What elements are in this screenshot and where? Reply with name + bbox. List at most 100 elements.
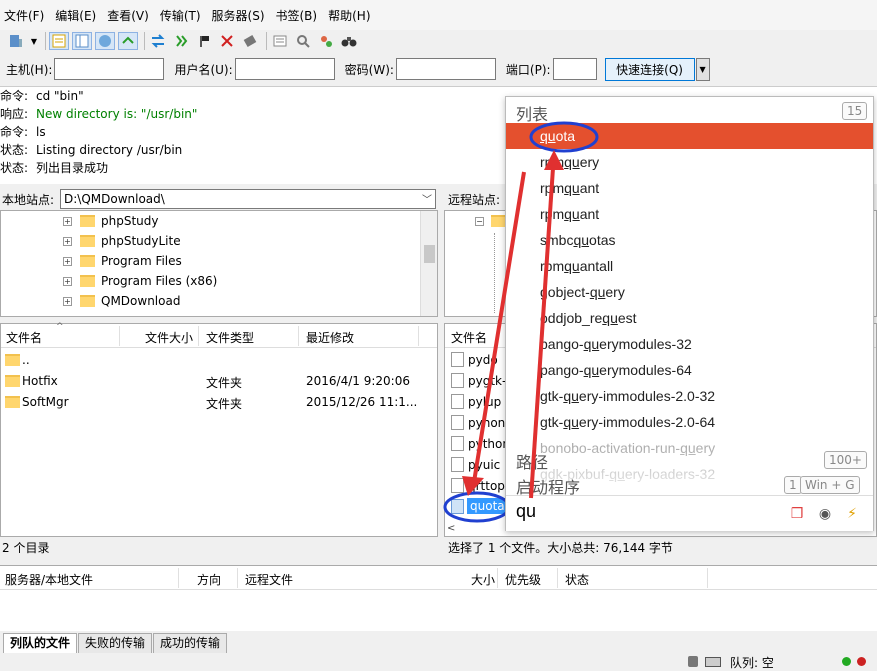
file-icon — [451, 373, 464, 388]
lightning-icon[interactable]: ⚡ — [843, 506, 861, 522]
menu-item[interactable]: 编辑(E) — [51, 7, 100, 24]
file-name: .. — [22, 353, 30, 367]
item-match: qu — [564, 180, 580, 196]
folder-icon — [491, 215, 506, 227]
launcher-item[interactable]: rpmquant — [506, 175, 873, 201]
quickconnect-button[interactable]: 快速连接(Q) — [604, 57, 695, 81]
queue-column-file[interactable]: 服务器/本地文件 — [5, 571, 93, 588]
item-suffix: ery-immodules-2.0-64 — [578, 414, 716, 430]
tree-item[interactable]: + Program Files — [63, 251, 182, 271]
tree-item[interactable]: + phpStudyLite — [63, 231, 181, 251]
launcher-item[interactable]: gtk-query-immodules-2.0-64 — [506, 409, 873, 435]
item-prefix: pango- — [540, 336, 584, 352]
launcher-item[interactable]: rpmquant — [506, 201, 873, 227]
expand-icon[interactable]: + — [63, 296, 72, 306]
toggle-remote-tree-icon[interactable] — [95, 32, 115, 50]
item-prefix: gtk- — [540, 388, 564, 404]
host-input[interactable] — [54, 58, 165, 80]
quickconnect-dropdown-icon[interactable]: ▼ — [695, 57, 710, 81]
chevron-down-icon[interactable]: ﹀ — [422, 192, 432, 210]
process-queue-icon[interactable] — [171, 32, 191, 50]
sync-browse-icon[interactable] — [316, 32, 336, 50]
scroll-left-icon[interactable]: < — [447, 523, 455, 534]
menu-item[interactable]: 传输(T) — [156, 7, 205, 24]
directory-listing-filter-icon[interactable] — [270, 32, 290, 50]
menu-item[interactable]: 查看(V) — [103, 7, 153, 24]
item-prefix: oddjob_re — [540, 310, 603, 326]
log-text: New directory is: "/usr/bin" — [36, 107, 198, 121]
column-modified[interactable]: 最近修改 — [306, 329, 354, 346]
user-input[interactable] — [234, 58, 335, 80]
settings-icon[interactable]: ◉ — [816, 506, 834, 522]
item-prefix: rpm — [540, 180, 565, 196]
disconnect-icon[interactable] — [217, 32, 237, 50]
file-modified: 2015/12/26 11:1... — [306, 395, 418, 409]
site-manager-dropdown-icon[interactable]: ▼ — [29, 32, 39, 50]
launcher-item[interactable]: pango-querymodules-32 — [506, 331, 873, 357]
launcher-item[interactable]: gobject-query — [506, 279, 873, 305]
site-manager-icon[interactable] — [6, 32, 26, 50]
launcher-query-input[interactable]: qu — [516, 501, 536, 522]
tree-item-label: Program Files (x86) — [101, 274, 218, 288]
menu-item[interactable]: 服务器(S) — [208, 7, 269, 24]
annotation-ellipse-remote — [443, 491, 511, 523]
password-input[interactable] — [395, 58, 496, 80]
launcher-item[interactable]: smbcquotas — [506, 227, 873, 253]
item-prefix: pango- — [540, 362, 584, 378]
table-row[interactable]: .. — [1, 349, 437, 370]
expand-icon[interactable]: + — [63, 216, 72, 226]
toggle-log-icon[interactable] — [49, 32, 69, 50]
user-label: 用户名(U): — [174, 62, 233, 77]
item-suffix: ery — [605, 284, 625, 300]
compare-icon[interactable] — [293, 32, 313, 50]
launcher-item[interactable]: rpmquantall — [506, 253, 873, 279]
column-type[interactable]: 文件类型 — [206, 329, 254, 346]
port-input[interactable] — [552, 58, 597, 80]
expand-icon[interactable]: + — [63, 256, 72, 266]
menu-item[interactable]: 文件(F) — [0, 7, 48, 24]
item-prefix: smbc — [540, 232, 574, 248]
launcher-input-row[interactable]: qu ❒ ◉ ⚡ — [506, 495, 873, 531]
column-name[interactable]: 文件名 — [6, 329, 42, 346]
column-name[interactable]: 文件名 — [451, 329, 487, 346]
tree-item[interactable]: + QMDownload — [63, 291, 180, 311]
queue-column-priority[interactable]: 优先级 — [505, 571, 541, 588]
item-match: qu — [589, 284, 606, 300]
queue-column-remote[interactable]: 远程文件 — [245, 571, 293, 588]
toggle-local-tree-icon[interactable] — [72, 32, 92, 50]
launcher-item[interactable]: gtk-query-immodules-2.0-32 — [506, 383, 873, 409]
queue-tab[interactable]: 失败的传输 — [78, 633, 153, 653]
menu-item[interactable]: 帮助(H) — [324, 7, 374, 24]
scrollbar-thumb[interactable] — [424, 245, 435, 263]
toggle-queue-icon[interactable] — [118, 32, 138, 50]
queue-tab[interactable]: 成功的传输 — [153, 633, 228, 653]
menu-item[interactable]: 书签(B) — [272, 7, 322, 24]
column-size[interactable]: 文件大小 — [145, 329, 193, 346]
table-row[interactable]: Hotfix 文件夹 2016/4/1 9:20:06 — [1, 370, 437, 391]
bookmarks-icon[interactable]: ❒ — [788, 506, 806, 522]
queue-column-size[interactable]: 大小 — [471, 571, 495, 588]
local-path-combo[interactable]: D:\QMDownload\ ﹀ — [60, 189, 436, 209]
table-row[interactable]: SoftMgr 文件夹 2015/12/26 11:1... — [1, 391, 437, 412]
folder-icon — [80, 255, 95, 267]
launcher-item[interactable]: oddjob_request — [506, 305, 873, 331]
queue-column-direction[interactable]: 方向 — [197, 571, 221, 588]
tree-item[interactable]: + phpStudy — [63, 211, 159, 231]
local-tree-scrollbar[interactable] — [420, 211, 437, 316]
path-count-badge: 100+ — [824, 451, 867, 469]
collapse-icon[interactable]: − — [475, 217, 484, 226]
queue-tab[interactable]: 列队的文件 — [3, 633, 78, 653]
local-path-value: D:\QMDownload\ — [64, 192, 165, 206]
password-label: 密码(W): — [344, 62, 394, 77]
reconnect-icon[interactable] — [240, 32, 260, 50]
queue-column-status[interactable]: 状态 — [565, 571, 589, 588]
expand-icon[interactable]: + — [63, 236, 72, 246]
cancel-icon[interactable] — [194, 32, 214, 50]
local-site-label: 本地站点: — [2, 192, 55, 207]
tree-item[interactable]: + Program Files (x86) — [63, 271, 217, 291]
log-text: cd "bin" — [36, 89, 84, 103]
search-binoculars-icon[interactable] — [339, 32, 359, 50]
launcher-item[interactable]: pango-querymodules-64 — [506, 357, 873, 383]
expand-icon[interactable]: + — [63, 276, 72, 286]
refresh-icon[interactable] — [148, 32, 168, 50]
